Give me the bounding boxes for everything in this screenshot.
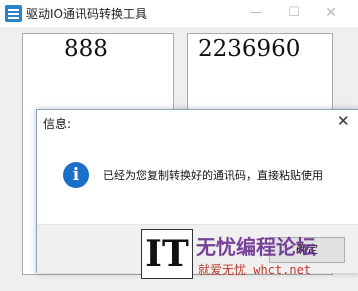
main-window: 驱动IO通讯码转换工具 — ☐ ✕ 888 2236960 信息: ✕ i 已经… [0,0,358,291]
dialog-close-button[interactable]: ✕ [337,112,350,130]
app-title: 驱动IO通讯码转换工具 [26,7,147,21]
left-value: 888 [64,36,108,62]
app-icon [5,5,22,22]
maximize-button[interactable]: ☐ [283,4,305,22]
title-bar: 驱动IO通讯码转换工具 — ☐ ✕ [0,0,358,27]
minimize-button[interactable]: — [245,4,267,22]
watermark: IT 无忧编程论坛 就爱无忧 whct.net [141,229,358,291]
watermark-logo: IT [141,229,193,279]
window-close-button[interactable]: ✕ [320,4,342,22]
watermark-tagline: 就爱无忧 whct.net [198,263,312,277]
info-icon: i [63,162,89,188]
watermark-brand: 无忧编程论坛 [196,235,316,259]
right-value: 2236960 [198,36,301,62]
dialog-message: 已经为您复制转换好的通讯码，直接粘贴使用 [103,169,323,182]
dialog-title: 信息: [43,117,72,131]
